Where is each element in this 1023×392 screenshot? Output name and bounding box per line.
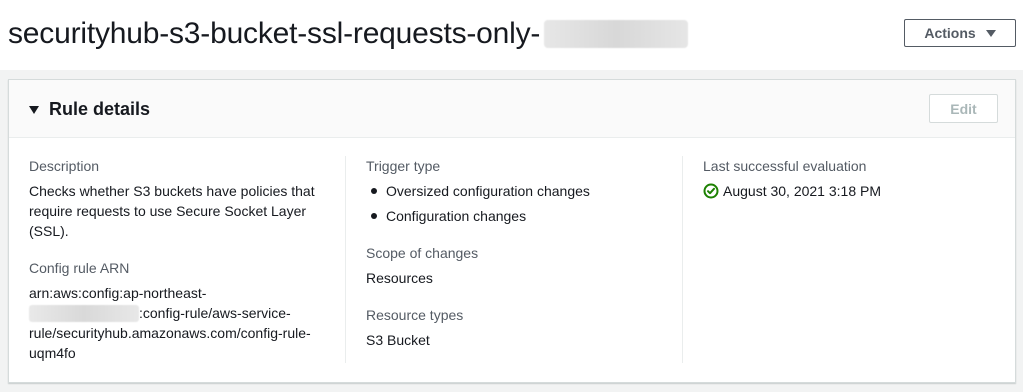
edit-button[interactable]: Edit [929,94,998,123]
rule-details-toggle[interactable]: Rule details [29,99,150,120]
trigger-type-field: Trigger type Oversized configuration cha… [366,156,666,226]
page-title-wrap: securityhub-s3-bucket-ssl-requests-only- [8,14,689,54]
config-rule-arn-value: arn:aws:config:ap-northeast- :config-rul… [29,283,329,363]
config-rule-arn-line-2: :config-rule/aws-service- [29,303,329,323]
description-field: Description Checks whether S3 buckets ha… [29,156,329,241]
actions-button[interactable]: Actions [904,19,1016,47]
redacted-account-id [29,304,139,322]
last-evaluation-value: August 30, 2021 3:18 PM [723,183,881,199]
caret-down-icon [29,105,39,114]
config-rule-arn-line-2-suffix: :config-rule/aws-service- [139,305,291,321]
last-evaluation-label: Last successful evaluation [703,158,867,174]
rule-details-title: Rule details [49,99,151,119]
rule-details-column-2: Trigger type Oversized configuration cha… [366,156,666,367]
column-divider [345,156,346,363]
column-divider [682,156,683,363]
page-header: securityhub-s3-bucket-ssl-requests-only-… [0,0,1023,70]
actions-button-label: Actions [924,25,976,41]
trigger-type-item: Configuration changes [366,206,666,226]
last-evaluation-field: Last successful evaluation August 30, 20… [703,156,1003,201]
resource-types-value: S3 Bucket [366,332,430,348]
rule-details-column-1: Description Checks whether S3 buckets ha… [29,156,329,380]
description-label: Description [29,158,100,174]
trigger-type-label: Trigger type [366,158,441,174]
rule-details-panel: Rule details Edit Description Checks whe… [8,79,1016,383]
description-value: Checks whether S3 buckets have policies … [29,183,315,239]
config-rule-arn-line-1: arn:aws:config:ap-northeast- [29,285,207,301]
rule-details-column-3: Last successful evaluation August 30, 20… [703,156,1003,218]
scope-of-changes-field: Scope of changes Resources [366,243,666,288]
scope-of-changes-value: Resources [366,270,433,286]
resource-types-label: Resource types [366,307,464,323]
config-rule-arn-label: Config rule ARN [29,260,130,276]
config-rule-arn-line-3: rule/securityhub.amazonaws.com/config-ru… [29,325,311,341]
rule-details-panel-header: Rule details Edit [9,80,1015,138]
redacted-rule-suffix [544,20,689,48]
last-evaluation-row: August 30, 2021 3:18 PM [703,181,1003,201]
config-rule-arn-field: Config rule ARN arn:aws:config:ap-northe… [29,258,329,363]
scope-of-changes-label: Scope of changes [366,245,479,261]
resource-types-field: Resource types S3 Bucket [366,305,666,350]
page: securityhub-s3-bucket-ssl-requests-only-… [0,0,1023,392]
success-check-circle-icon [703,183,719,199]
trigger-type-item: Oversized configuration changes [366,181,666,201]
trigger-type-list: Oversized configuration changes Configur… [366,181,666,226]
caret-down-icon [985,30,996,37]
page-title: securityhub-s3-bucket-ssl-requests-only- [8,17,541,50]
config-rule-arn-line-4: uqm4fo [29,345,76,361]
